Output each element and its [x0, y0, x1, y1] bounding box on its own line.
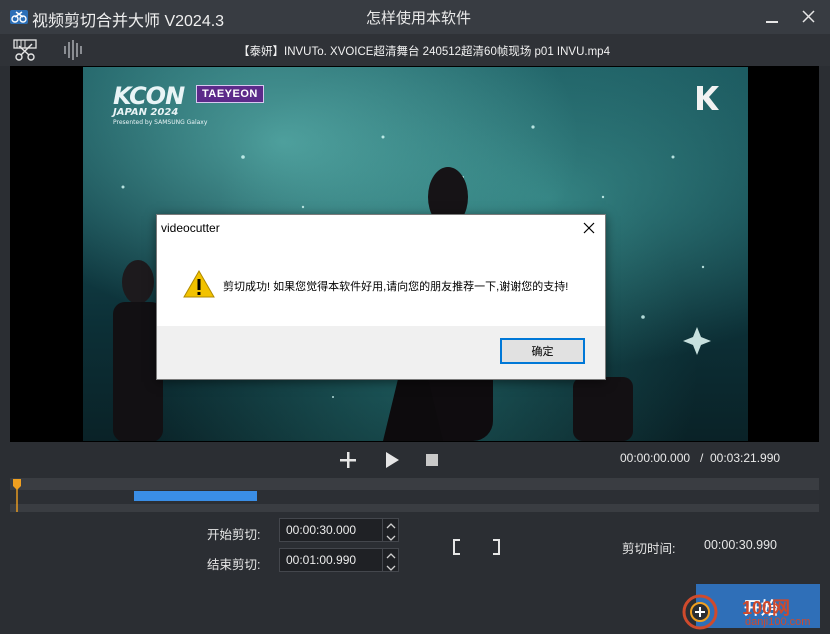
end-down-icon[interactable] — [383, 560, 399, 571]
dialog-message: 剪切成功! 如果您觉得本软件好用,请向您的朋友推荐一下,谢谢您的支持! — [223, 281, 569, 293]
start-up-icon[interactable] — [383, 519, 399, 530]
total-time: 00:03:21.990 — [710, 451, 781, 465]
start-cut-field[interactable] — [279, 518, 399, 542]
dialog-title: videocutter — [161, 221, 220, 235]
end-cut-input[interactable] — [280, 549, 382, 571]
selection-range[interactable] — [134, 491, 258, 501]
cut-duration-label: 剪切时间: — [622, 542, 676, 556]
end-cut-field[interactable] — [279, 548, 399, 572]
start-cut-input[interactable] — [280, 519, 382, 541]
cut-duration-value: 00:00:30.990 — [704, 538, 777, 552]
app-logo-icon — [10, 10, 28, 24]
app-title: 视频剪切合并大师 V2024.3 — [32, 13, 225, 30]
cut-panel: 开始剪切: 结束剪切: 剪切时间: 00:00:30.990 — [10, 512, 819, 580]
set-start-bracket-icon[interactable] — [451, 539, 463, 555]
kcon-logo: KCON JAPAN 2024 Presented by SAMSUNG Gal… — [113, 82, 208, 126]
set-end-bracket-icon[interactable] — [490, 539, 502, 555]
title-bar: 视频剪切合并大师 V2024.3 怎样使用本软件 — [0, 0, 830, 34]
end-up-icon[interactable] — [383, 549, 399, 560]
warning-icon — [183, 269, 215, 298]
start-cut-stepper[interactable] — [382, 519, 398, 541]
transport-bar: 00:00:00.000 / 00:03:21.990 — [0, 442, 830, 476]
play-icon[interactable] — [382, 450, 402, 470]
time-separator: / — [700, 451, 704, 465]
stop-icon[interactable] — [422, 450, 442, 470]
end-cut-stepper[interactable] — [382, 549, 398, 571]
ok-button[interactable]: 确定 — [500, 338, 585, 364]
timeline[interactable] — [10, 478, 819, 512]
add-marker-icon[interactable] — [338, 450, 358, 470]
end-cut-label: 结束剪切: — [207, 558, 261, 572]
minimize-button[interactable] — [760, 6, 784, 28]
start-down-icon[interactable] — [383, 530, 399, 541]
toolbar: 【泰妍】INVUTo. XVOICE超清舞台 240512超清60帧现场 p01… — [0, 34, 830, 66]
dialog-footer: 确定 — [157, 326, 605, 379]
timeline-track[interactable] — [10, 490, 819, 504]
dialog-close-icon[interactable] — [577, 218, 601, 238]
start-cut-label: 开始剪切: — [207, 528, 261, 542]
channel-k-logo-icon — [697, 86, 719, 110]
artist-badge: TAEYEON — [196, 85, 264, 103]
help-link[interactable]: 怎样使用本软件 — [366, 7, 471, 28]
current-time: 00:00:00.000 — [620, 451, 691, 465]
close-icon[interactable] — [796, 6, 820, 28]
file-name: 【泰妍】INVUTo. XVOICE超清舞台 240512超清60帧现场 p01… — [238, 46, 610, 58]
message-dialog: videocutter 剪切成功! 如果您觉得本软件好用,请向您的朋友推荐一下,… — [156, 214, 606, 380]
watermark-url: danji100.com — [745, 616, 811, 628]
playhead-icon[interactable] — [12, 478, 22, 512]
